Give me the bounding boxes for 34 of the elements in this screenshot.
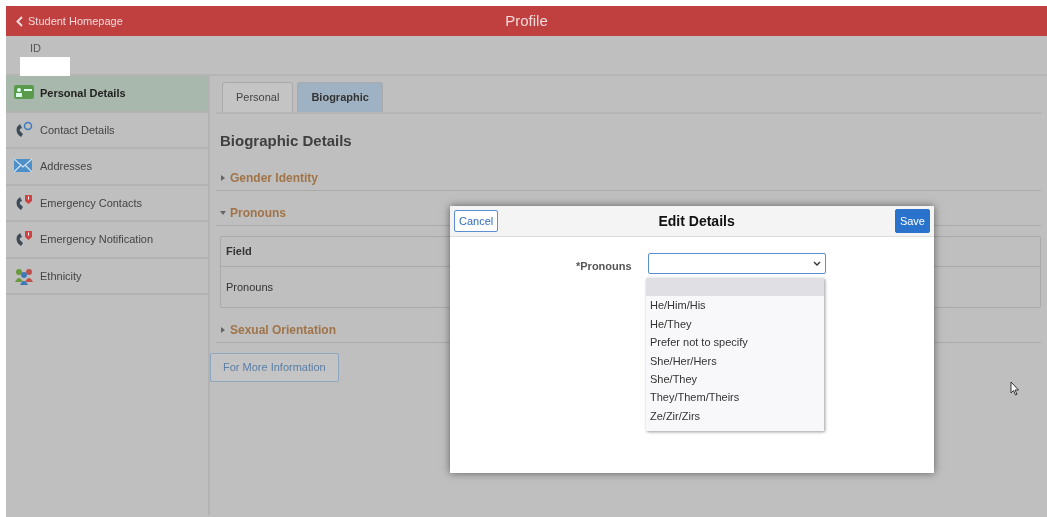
dropdown-option[interactable]: They/Them/Theirs bbox=[646, 388, 824, 407]
mouse-pointer-icon bbox=[1010, 381, 1020, 396]
dropdown-option[interactable]: She/They bbox=[646, 369, 824, 389]
tab[interactable]: Personal bbox=[222, 82, 294, 112]
id-label: ID bbox=[30, 41, 42, 56]
people-icon bbox=[14, 266, 34, 285]
page-title: Profile bbox=[505, 10, 548, 31]
save-button[interactable]: Save bbox=[894, 208, 930, 234]
caret-right-icon bbox=[220, 327, 226, 333]
sidebar-item[interactable]: Ethnicity bbox=[6, 258, 208, 295]
dialog-title: Edit Details bbox=[658, 211, 735, 231]
dropdown-option[interactable]: He/They bbox=[646, 314, 824, 334]
sidebar-item[interactable]: Emergency Contacts bbox=[6, 185, 208, 222]
caret-right-icon bbox=[220, 175, 226, 181]
chevron-down-icon bbox=[812, 260, 821, 267]
phone-icon bbox=[14, 230, 34, 249]
sidebar-item[interactable]: Emergency Notification bbox=[6, 222, 208, 259]
phone-icon bbox=[14, 120, 34, 139]
caret-down-icon bbox=[220, 210, 226, 216]
dropdown-option[interactable]: Prefer not to specify bbox=[646, 333, 824, 352]
back-chevron-icon bbox=[16, 15, 23, 27]
dropdown-option[interactable]: Ze/Zir/Zirs bbox=[646, 406, 824, 426]
dropdown-option[interactable]: She/Her/Hers bbox=[646, 351, 824, 370]
table-cell-text: Pronouns bbox=[225, 279, 275, 295]
dropdown-option[interactable]: He/Him/His bbox=[646, 296, 824, 315]
sidebar-item[interactable]: Addresses bbox=[6, 149, 208, 186]
tab[interactable]: Biographic bbox=[297, 82, 383, 112]
cancel-button[interactable]: Cancel bbox=[454, 209, 499, 233]
back-link[interactable]: Student Homepage bbox=[6, 12, 123, 30]
sidebar-item[interactable]: Contact Details bbox=[6, 112, 208, 149]
phone-icon bbox=[14, 193, 34, 212]
section-heading: Biographic Details bbox=[220, 130, 353, 151]
select-field[interactable] bbox=[647, 253, 826, 274]
sidebar-item[interactable]: Personal Details bbox=[6, 76, 208, 113]
